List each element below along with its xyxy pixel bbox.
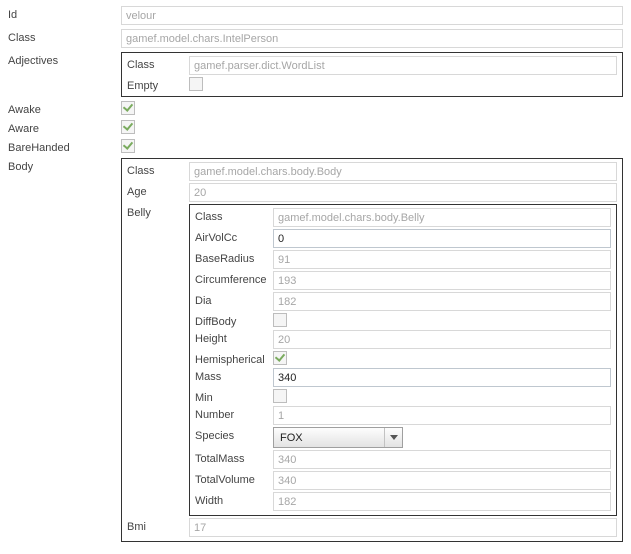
adjectives-box: Class Empty bbox=[121, 52, 623, 97]
body-belly-label: Belly bbox=[127, 204, 189, 219]
belly-totalmass-label: TotalMass bbox=[195, 450, 273, 465]
belly-hemispherical-label: Hemispherical bbox=[195, 351, 273, 366]
barehanded-label: BareHanded bbox=[8, 139, 121, 154]
barehanded-checkbox[interactable] bbox=[121, 139, 135, 153]
body-class-field[interactable] bbox=[189, 162, 617, 181]
body-label: Body bbox=[8, 158, 121, 173]
belly-class-field[interactable] bbox=[273, 208, 611, 227]
belly-number-field[interactable] bbox=[273, 406, 611, 425]
body-age-label: Age bbox=[127, 183, 189, 198]
belly-class-label: Class bbox=[195, 208, 273, 223]
awake-checkbox[interactable] bbox=[121, 101, 135, 115]
belly-diffbody-label: DiffBody bbox=[195, 313, 273, 328]
body-bmi-label: Bmi bbox=[127, 518, 189, 533]
belly-circumference-field[interactable] bbox=[273, 271, 611, 290]
adjectives-empty-label: Empty bbox=[127, 77, 189, 92]
belly-airvolcc-field[interactable] bbox=[273, 229, 611, 248]
belly-dia-label: Dia bbox=[195, 292, 273, 307]
belly-diffbody-checkbox[interactable] bbox=[273, 313, 287, 327]
belly-height-field[interactable] bbox=[273, 330, 611, 349]
belly-species-value: FOX bbox=[280, 432, 303, 444]
belly-height-label: Height bbox=[195, 330, 273, 345]
belly-dia-field[interactable] bbox=[273, 292, 611, 311]
adjectives-class-field[interactable] bbox=[189, 56, 617, 75]
id-label: Id bbox=[8, 6, 121, 21]
belly-circumference-label: Circumference bbox=[195, 271, 273, 286]
awake-label: Awake bbox=[8, 101, 121, 116]
aware-label: Aware bbox=[8, 120, 121, 135]
body-box: Class Age Belly Class bbox=[121, 158, 623, 542]
belly-width-field[interactable] bbox=[273, 492, 611, 511]
class-label: Class bbox=[8, 29, 121, 44]
belly-totalvolume-label: TotalVolume bbox=[195, 471, 273, 486]
body-age-field[interactable] bbox=[189, 183, 617, 202]
belly-box: Class AirVolCc BaseRadiu bbox=[189, 204, 617, 516]
belly-min-label: Min bbox=[195, 389, 273, 404]
adjectives-empty-checkbox[interactable] bbox=[189, 77, 203, 91]
body-class-label: Class bbox=[127, 162, 189, 177]
belly-width-label: Width bbox=[195, 492, 273, 507]
belly-number-label: Number bbox=[195, 406, 273, 421]
belly-totalmass-field[interactable] bbox=[273, 450, 611, 469]
belly-hemispherical-checkbox[interactable] bbox=[273, 351, 287, 365]
class-field[interactable] bbox=[121, 29, 623, 48]
id-field[interactable] bbox=[121, 6, 623, 25]
belly-mass-label: Mass bbox=[195, 368, 273, 383]
adjectives-class-label: Class bbox=[127, 56, 189, 71]
body-bmi-field[interactable] bbox=[189, 518, 617, 537]
aware-checkbox[interactable] bbox=[121, 120, 135, 134]
belly-baseradius-field[interactable] bbox=[273, 250, 611, 269]
belly-totalvolume-field[interactable] bbox=[273, 471, 611, 490]
belly-species-combobox[interactable]: FOX bbox=[273, 427, 403, 448]
belly-mass-field[interactable] bbox=[273, 368, 611, 387]
belly-min-checkbox[interactable] bbox=[273, 389, 287, 403]
belly-species-label: Species bbox=[195, 427, 273, 442]
adjectives-label: Adjectives bbox=[8, 52, 121, 67]
belly-baseradius-label: BaseRadius bbox=[195, 250, 273, 265]
chevron-down-icon bbox=[384, 428, 402, 447]
belly-airvolcc-label: AirVolCc bbox=[195, 229, 273, 244]
